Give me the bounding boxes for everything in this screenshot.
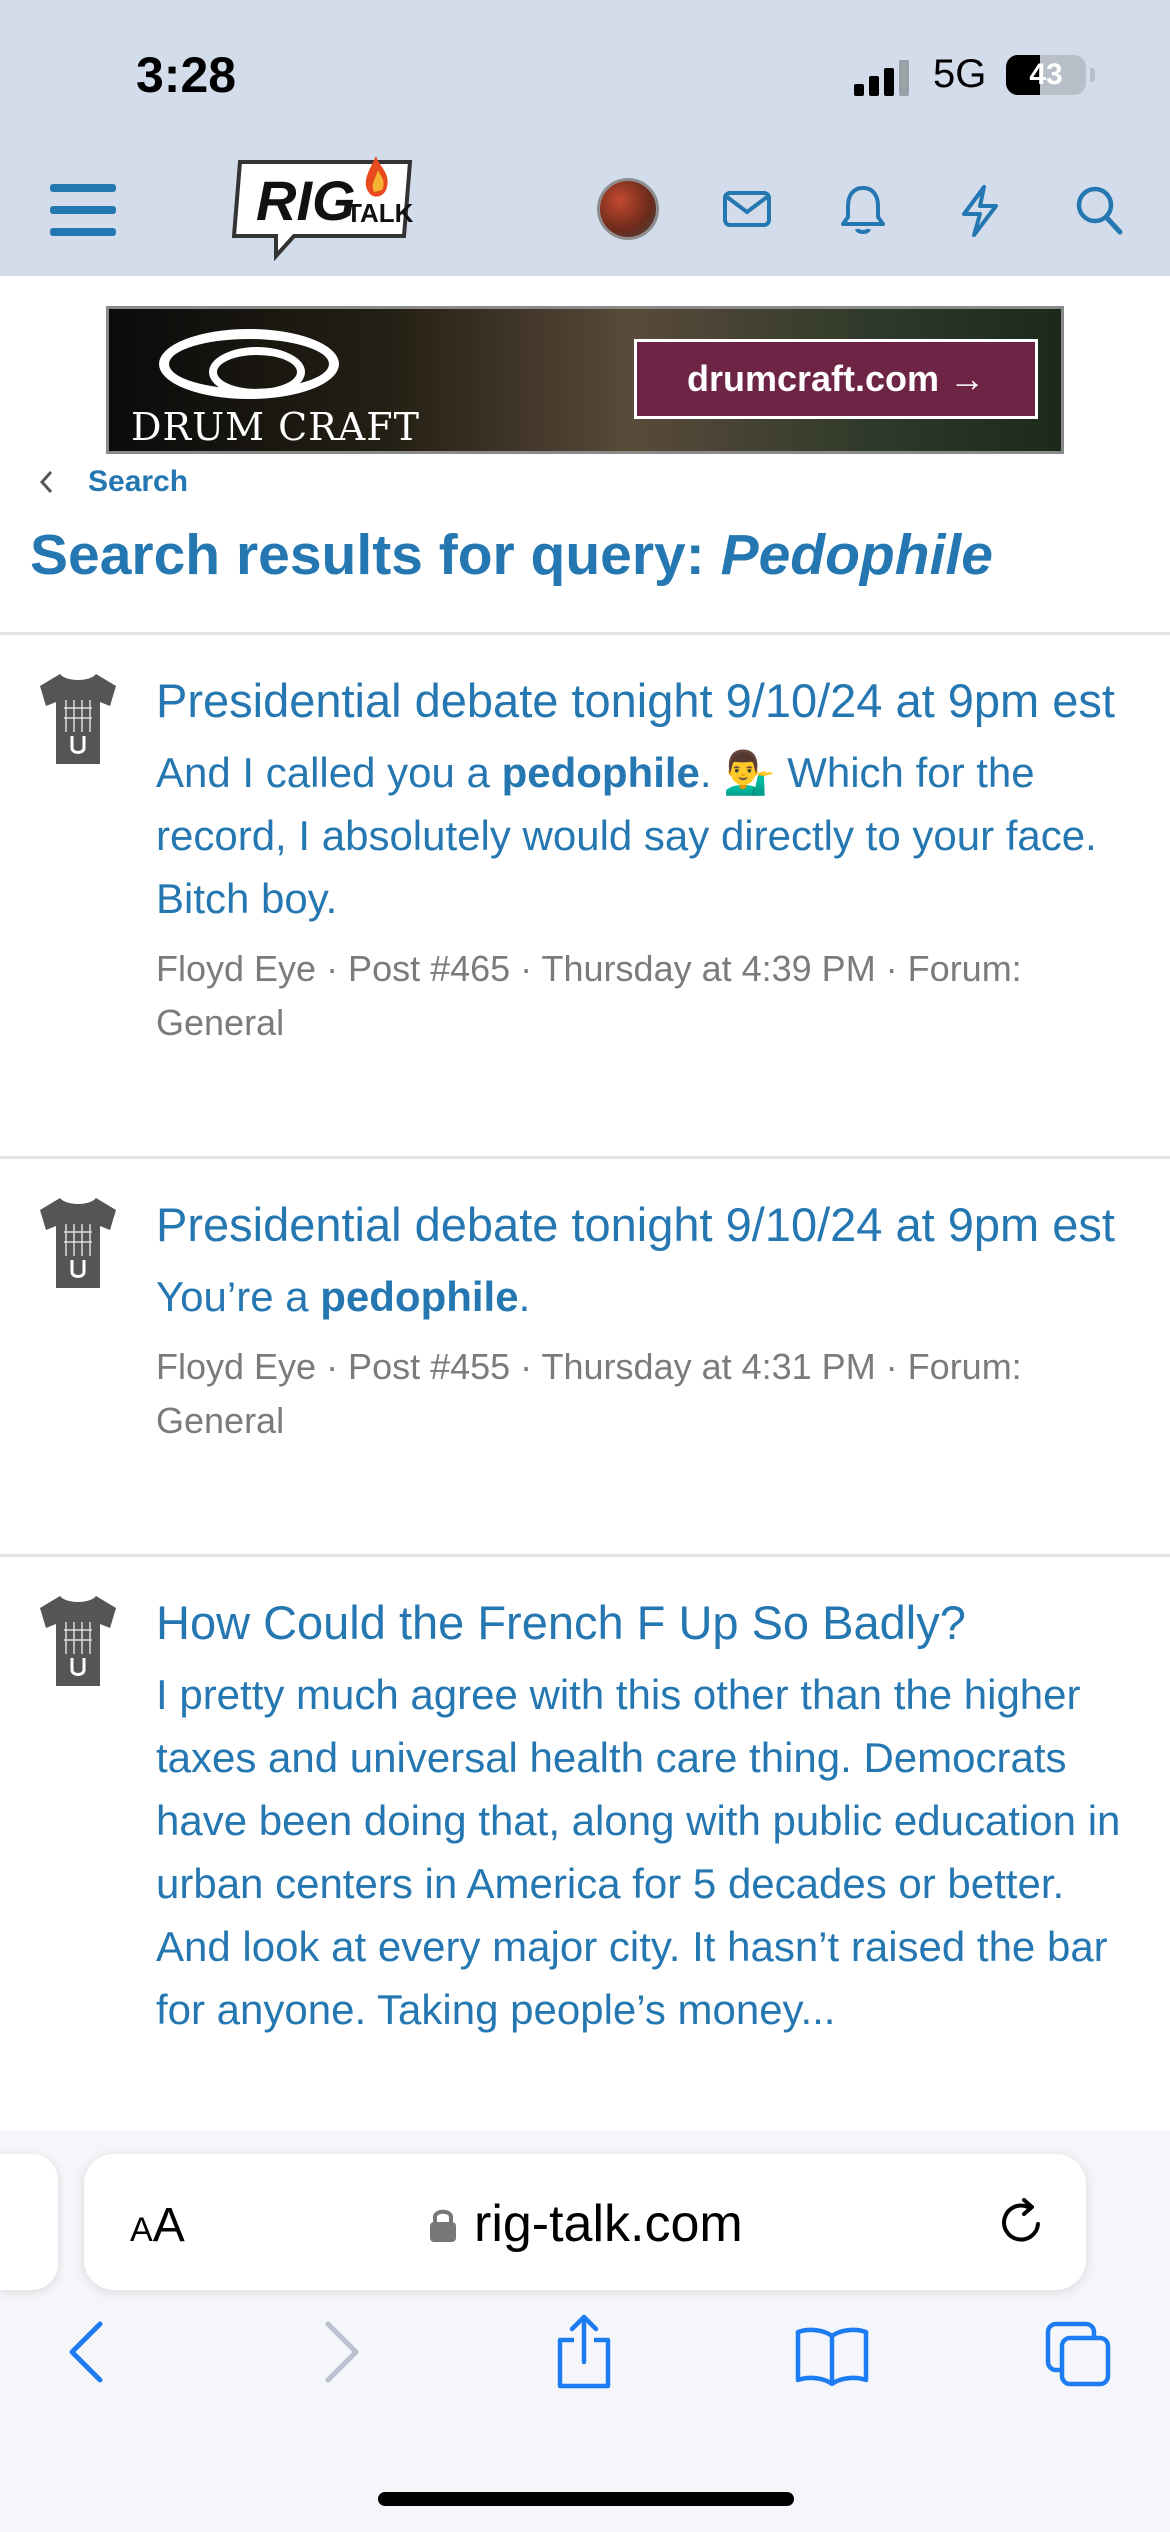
divider — [0, 1156, 1170, 1159]
drumcraft-logo — [159, 329, 339, 399]
result-body: Presidential debate tonight 9/10/24 at 9… — [156, 666, 1146, 1050]
lock-icon — [430, 2209, 456, 2242]
signal-icon — [854, 60, 909, 96]
snippet-text: And I called you a — [156, 749, 502, 796]
status-bar: 3:28 5G 43 — [0, 0, 1170, 150]
result-snippet[interactable]: And I called you a pedophile. 💁‍♂️ Which… — [156, 741, 1146, 930]
url-text[interactable]: rig-talk.com — [474, 2194, 743, 2254]
search-result[interactable]: Presidential debate tonight 9/10/24 at 9… — [0, 636, 1170, 1154]
forward-icon[interactable] — [322, 2320, 362, 2384]
address-bar[interactable]: AA rig-talk.com — [84, 2154, 1086, 2290]
snippet-text: I pretty much agree with this other than… — [156, 1671, 1121, 2033]
status-time: 3:28 — [136, 47, 237, 103]
home-indicator[interactable] — [378, 2492, 794, 2506]
svg-text:TALK: TALK — [346, 198, 414, 228]
result-snippet[interactable]: I pretty much agree with this other than… — [156, 1663, 1146, 2041]
page-title: Search results for query: Pedophile — [30, 522, 993, 588]
reload-icon[interactable] — [994, 2194, 1050, 2250]
bookmarks-icon[interactable] — [794, 2326, 870, 2386]
breadcrumb[interactable]: Search — [38, 462, 188, 502]
search-result[interactable]: How Could the French F Up So Badly? I pr… — [0, 1558, 1170, 2128]
user-avatar[interactable] — [597, 178, 659, 240]
battery-icon: 43 — [1006, 55, 1086, 95]
search-result[interactable]: Presidential debate tonight 9/10/24 at 9… — [0, 1160, 1170, 1554]
ad-banner[interactable]: DRUM CRAFT drumcraft.com → — [106, 306, 1064, 454]
user-avatar-tshirt[interactable] — [36, 1592, 120, 1690]
result-meta: Floyd Eye · Post #455 · Thursday at 4:31… — [156, 1346, 1022, 1441]
top-nav: RIG TALK — [0, 150, 1170, 276]
result-body: How Could the French F Up So Badly? I pr… — [156, 1588, 1146, 2041]
user-avatar-tshirt[interactable] — [36, 670, 120, 768]
text-size-button[interactable]: AA — [130, 2198, 185, 2253]
snippet-text: You’re a — [156, 1273, 321, 1320]
snippet-highlight: pedophile — [501, 749, 700, 796]
page-title-prefix: Search results for query: — [30, 523, 721, 587]
mail-icon[interactable] — [722, 184, 772, 234]
divider — [0, 1554, 1170, 1557]
previous-tab-preview[interactable] — [0, 2154, 58, 2290]
ad-cta-button[interactable]: drumcraft.com → — [634, 339, 1038, 419]
ad-brand: DRUM CRAFT — [131, 405, 420, 449]
user-avatar-tshirt[interactable] — [36, 1194, 120, 1292]
svg-text:RIG: RIG — [256, 169, 356, 232]
rigtalk-logo[interactable]: RIG TALK — [220, 150, 420, 276]
tabs-icon[interactable] — [1044, 2320, 1114, 2390]
bell-icon[interactable] — [840, 184, 886, 236]
snippet-text: . — [518, 1273, 531, 1320]
back-icon[interactable] — [66, 2320, 106, 2384]
battery-nub — [1090, 68, 1095, 82]
result-meta: Floyd Eye · Post #465 · Thursday at 4:39… — [156, 948, 1022, 1043]
network-type: 5G — [933, 52, 987, 96]
chevron-left-icon — [39, 470, 53, 494]
search-query: Pedophile — [720, 523, 993, 587]
lightning-icon[interactable] — [958, 184, 1002, 238]
breadcrumb-search[interactable]: Search — [88, 465, 188, 499]
menu-icon[interactable] — [50, 180, 116, 240]
result-title[interactable]: Presidential debate tonight 9/10/24 at 9… — [156, 1190, 1146, 1259]
divider — [0, 632, 1170, 635]
snippet-highlight: pedophile — [320, 1273, 519, 1320]
result-snippet[interactable]: You’re a pedophile. — [156, 1265, 1146, 1328]
browser-bottom-bar: AA rig-talk.com — [0, 2130, 1170, 2532]
result-title[interactable]: Presidential debate tonight 9/10/24 at 9… — [156, 666, 1146, 735]
battery-level: 43 — [1029, 58, 1063, 91]
result-body: Presidential debate tonight 9/10/24 at 9… — [156, 1190, 1146, 1448]
share-icon[interactable] — [552, 2314, 616, 2390]
result-title[interactable]: How Could the French F Up So Badly? — [156, 1588, 1146, 1657]
search-icon[interactable] — [1074, 184, 1124, 236]
